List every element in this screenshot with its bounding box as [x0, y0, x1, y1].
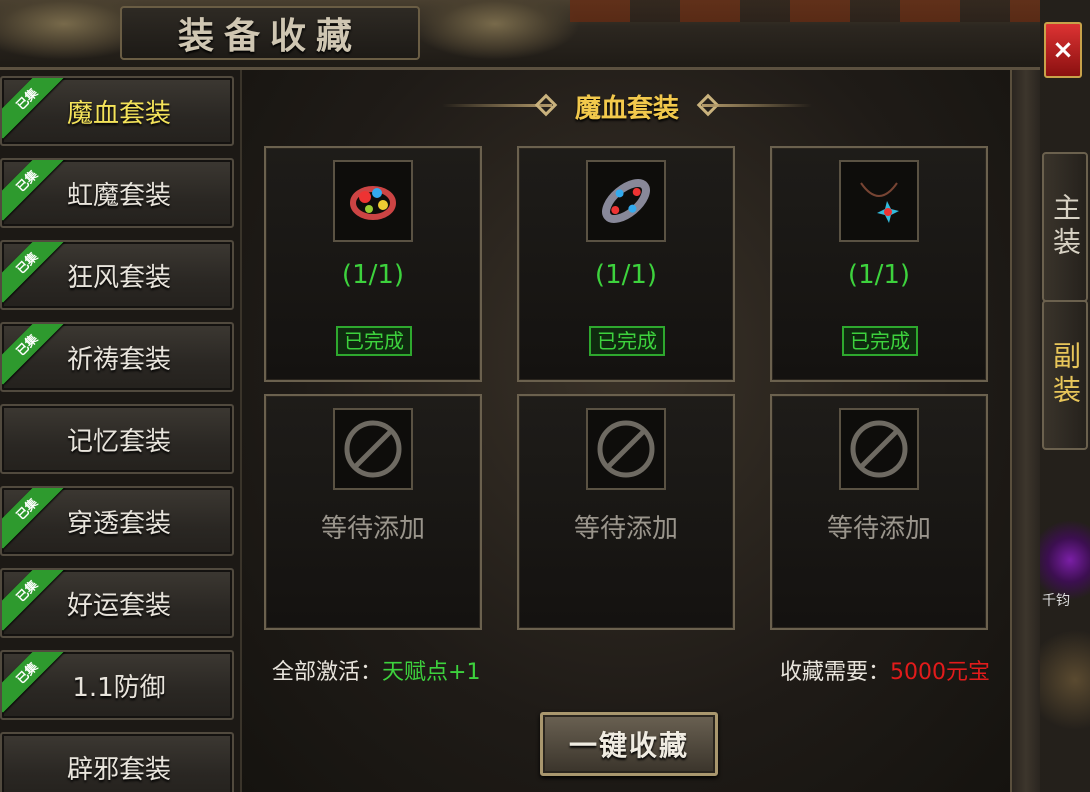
dragon-ornament-right — [410, 0, 580, 60]
ornament-line-right — [702, 104, 812, 107]
collected-badge: 已集 — [2, 652, 67, 713]
empty-equipment-slot[interactable]: 等待添加 — [264, 394, 482, 630]
slot-count: (1/1) — [341, 260, 405, 290]
activation-bonus: 全部激活：天赋点+1 — [272, 654, 480, 686]
sidebar-item-bixie[interactable]: 辟邪套装 — [0, 732, 234, 792]
collect-all-button[interactable]: 一键收藏 — [540, 712, 718, 776]
equipment-slot[interactable]: (1/1) 已完成 — [264, 146, 482, 382]
sidebar-item-qidao[interactable]: 已集 祈祷套装 — [0, 322, 234, 392]
equipment-slot[interactable]: (1/1) 已完成 — [517, 146, 735, 382]
set-list-sidebar: 已集 魔血套装 已集 虹魔套装 已集 狂风套装 已集 祈祷套装 记忆套装 已集 … — [0, 70, 240, 792]
close-button[interactable]: × — [1044, 22, 1082, 78]
sidebar-item-label: 辟邪套装 — [66, 754, 171, 785]
title-plate: 装备收藏 — [120, 6, 420, 60]
activation-value: 天赋点+1 — [382, 660, 481, 685]
sidebar-item-haoyun[interactable]: 已集 好运套装 — [0, 568, 234, 638]
waiting-label: 等待添加 — [320, 514, 425, 544]
sidebar-item-label: 1.1防御 — [72, 672, 166, 703]
collected-badge: 已集 — [2, 570, 67, 631]
empty-slot-icon — [333, 408, 413, 490]
necklace-icon — [839, 160, 919, 242]
waiting-label: 等待添加 — [573, 514, 678, 544]
empty-equipment-slot[interactable]: 等待添加 — [517, 394, 735, 630]
empty-equipment-slot[interactable]: 等待添加 — [770, 394, 988, 630]
skill-orbs-strip — [570, 0, 1040, 22]
slot-count: (1/1) — [847, 260, 911, 290]
sidebar-item-label: 虹魔套装 — [66, 180, 171, 211]
empty-slot-icon — [586, 408, 666, 490]
ornament-diamond-left — [534, 93, 558, 117]
section-header: 魔血套装 — [442, 84, 812, 128]
sidebar-item-hongmo[interactable]: 已集 虹魔套装 — [0, 158, 234, 228]
panel-right-border — [1010, 70, 1040, 792]
activation-label: 全部激活： — [272, 660, 383, 685]
slot-count: (1/1) — [594, 260, 658, 290]
sidebar-item-jiyi[interactable]: 记忆套装 — [0, 404, 234, 474]
ring-icon — [586, 160, 666, 242]
sidebar-item-label: 记忆套装 — [66, 426, 171, 457]
cost-value: 5000元宝 — [890, 660, 990, 685]
window-top-frame: 装备收藏 — [0, 0, 1040, 70]
sidebar-item-label: 魔血套装 — [66, 98, 171, 129]
waiting-label: 等待添加 — [826, 514, 931, 544]
skill-orb-label: 千钧 — [1042, 593, 1070, 609]
sidebar-item-chuantou[interactable]: 已集 穿透套装 — [0, 486, 234, 556]
sidebar-item-label: 祈祷套装 — [66, 344, 171, 375]
tab-vice-equipment[interactable]: 副装 — [1042, 300, 1088, 450]
completed-badge: 已完成 — [336, 326, 412, 356]
completed-badge: 已完成 — [589, 326, 665, 356]
section-title: 魔血套装 — [574, 93, 679, 124]
sidebar-item-kuangfeng[interactable]: 已集 狂风套装 — [0, 240, 234, 310]
sidebar-item-moxue[interactable]: 已集 魔血套装 — [0, 76, 234, 146]
collected-badge: 已集 — [2, 488, 67, 549]
tab-main-equipment[interactable]: 主装 — [1042, 152, 1088, 302]
sidebar-item-label: 好运套装 — [66, 590, 171, 621]
completed-badge: 已完成 — [842, 326, 918, 356]
window-title: 装备收藏 — [177, 15, 362, 57]
empty-slot-icon — [839, 408, 919, 490]
collection-cost: 收藏需要：5000元宝 — [780, 654, 990, 686]
sidebar-item-fangyu[interactable]: 已集 1.1防御 — [0, 650, 234, 720]
bracelet-icon — [333, 160, 413, 242]
collected-badge: 已集 — [2, 242, 67, 303]
collected-badge: 已集 — [2, 78, 67, 139]
collection-panel: 魔血套装 (1/1) 已完成 (1/1) 已完成 (1/1) 已完成 等待添加 … — [240, 70, 1010, 792]
sidebar-item-label: 狂风套装 — [66, 262, 171, 293]
cost-label: 收藏需要： — [779, 660, 890, 685]
collected-badge: 已集 — [2, 324, 67, 385]
sidebar-item-label: 穿透套装 — [66, 508, 171, 539]
equipment-slot[interactable]: (1/1) 已完成 — [770, 146, 988, 382]
collected-badge: 已集 — [2, 160, 67, 221]
